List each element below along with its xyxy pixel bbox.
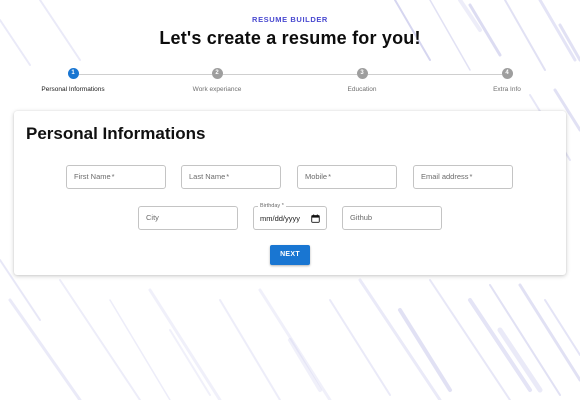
required-marker: * (226, 172, 230, 181)
step-education[interactable]: 3 Education (302, 68, 422, 93)
progress-stepper: 1 Personal Informations 2 Work experianc… (0, 64, 580, 100)
mobile-placeholder: Mobile (305, 172, 328, 181)
required-marker: * (328, 172, 332, 181)
step-label: Education (347, 86, 377, 93)
city-placeholder: City (146, 213, 159, 222)
first-name-placeholder: First Name (74, 172, 111, 181)
step-personal-informations[interactable]: 1 Personal Informations (13, 68, 133, 93)
page-title: Let's create a resume for you! (159, 28, 421, 48)
mobile-field[interactable]: Mobile* (297, 165, 397, 189)
form-title: Personal Informations (26, 124, 206, 143)
email-placeholder: Email address (421, 172, 469, 181)
step-number-badge: 4 (501, 68, 513, 79)
city-field[interactable]: City (138, 206, 238, 230)
required-marker: * (111, 172, 115, 181)
personal-info-card: Personal Informations First Name* Last N… (14, 111, 566, 275)
email-field[interactable]: Email address* (413, 165, 513, 189)
step-label: Extra Info (493, 86, 521, 93)
step-number-badge: 3 (356, 68, 368, 79)
github-field[interactable]: Github (342, 206, 442, 230)
step-number-badge: 2 (211, 68, 223, 79)
step-work-experience[interactable]: 2 Work experiance (157, 68, 277, 93)
birthday-field[interactable]: Birthday * mm/dd/yyyy (253, 202, 327, 230)
step-label: Work experiance (192, 86, 242, 93)
app-eyebrow: RESUME BUILDER (252, 15, 328, 24)
next-button[interactable]: NEXT (270, 245, 310, 265)
first-name-field[interactable]: First Name* (66, 165, 166, 189)
last-name-placeholder: Last Name (189, 172, 226, 181)
last-name-field[interactable]: Last Name* (181, 165, 281, 189)
required-marker: * (469, 172, 473, 181)
github-placeholder: Github (350, 213, 373, 222)
step-number-badge: 1 (67, 68, 79, 79)
step-label: Personal Informations (41, 86, 105, 93)
step-extra-info[interactable]: 4 Extra Info (447, 68, 567, 93)
birthday-value: mm/dd/yyyy (260, 214, 301, 223)
calendar-icon[interactable] (311, 214, 320, 223)
